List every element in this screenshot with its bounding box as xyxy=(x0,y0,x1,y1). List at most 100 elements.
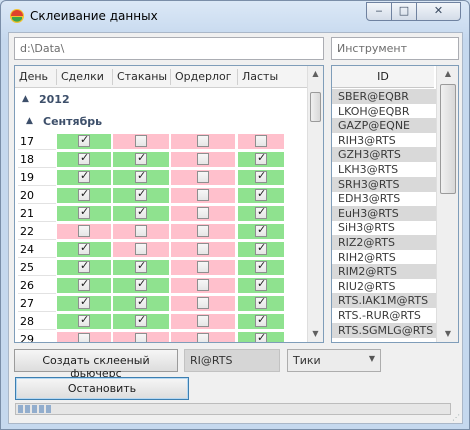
id-list-item[interactable]: RIU2@RTS xyxy=(332,279,442,294)
unchecked-checkbox[interactable] xyxy=(197,225,209,237)
id-list-item[interactable]: SBER@EQBR xyxy=(332,89,442,104)
unchecked-checkbox[interactable] xyxy=(197,315,209,327)
checked-checkbox[interactable]: ✓ xyxy=(135,169,147,183)
checked-checkbox[interactable]: ✓ xyxy=(135,295,147,309)
stop-button[interactable]: Остановить xyxy=(15,377,189,400)
dropdown-arrow-icon[interactable]: ▼ xyxy=(364,350,380,371)
maximize-button[interactable]: □ xyxy=(391,2,417,21)
unchecked-checkbox[interactable] xyxy=(197,153,209,165)
unchecked-checkbox[interactable] xyxy=(197,171,209,183)
id-list-item[interactable]: RIZ2@RTS xyxy=(332,235,442,250)
collapse-chevron-icon[interactable]: ▲ xyxy=(26,116,33,126)
id-list-item[interactable]: RTS.SGMLG@RTS xyxy=(332,322,442,338)
column-header-orderlog[interactable]: Ордерлог xyxy=(175,70,232,83)
checked-checkbox[interactable]: ✓ xyxy=(255,187,267,201)
checked-checkbox[interactable]: ✓ xyxy=(255,223,267,237)
id-list-scrollbar[interactable]: ▲ ▼ xyxy=(436,66,458,342)
id-list-item[interactable]: SRH3@RTS xyxy=(332,176,442,192)
scroll-up-arrow-icon[interactable]: ▲ xyxy=(308,66,323,82)
checked-checkbox[interactable]: ✓ xyxy=(78,133,90,147)
unchecked-checkbox[interactable] xyxy=(135,135,147,147)
id-column-header[interactable]: ID xyxy=(332,66,434,88)
id-list-item[interactable]: EuH3@RTS xyxy=(332,205,442,221)
id-list-item[interactable]: RIH3@RTS xyxy=(332,133,442,148)
id-list-item[interactable]: GZH3@RTS xyxy=(332,147,442,163)
scroll-down-arrow-icon[interactable]: ▼ xyxy=(308,326,323,342)
day-row[interactable]: 19 ✓ ✓ ✓ xyxy=(15,169,309,187)
checked-checkbox[interactable]: ✓ xyxy=(255,151,267,165)
id-list-item[interactable]: EDH3@RTS xyxy=(332,191,442,206)
checked-checkbox[interactable]: ✓ xyxy=(135,187,147,201)
checked-checkbox[interactable]: ✓ xyxy=(78,241,90,255)
scroll-thumb[interactable] xyxy=(310,92,321,122)
checked-checkbox[interactable]: ✓ xyxy=(255,313,267,327)
day-row[interactable]: 22 ✓ xyxy=(15,223,309,241)
column-header-lasts[interactable]: Ласты xyxy=(242,70,278,83)
day-row[interactable]: 18 ✓ ✓ ✓ xyxy=(15,151,309,169)
resize-grip-icon[interactable]: ⋰ xyxy=(452,413,460,422)
checked-checkbox[interactable]: ✓ xyxy=(78,313,90,327)
id-list-item[interactable]: RTS.-RUR@RTS xyxy=(332,308,442,323)
collapse-chevron-icon[interactable]: ▲ xyxy=(22,94,29,104)
id-list-item[interactable]: RIH2@RTS xyxy=(332,250,442,265)
checked-checkbox[interactable]: ✓ xyxy=(255,259,267,273)
checked-checkbox[interactable]: ✓ xyxy=(255,169,267,183)
group-row-month[interactable]: ▲ Сентябрь xyxy=(15,111,309,133)
column-header-books[interactable]: Стаканы xyxy=(117,70,167,83)
checked-checkbox[interactable]: ✓ xyxy=(78,259,90,273)
scroll-down-arrow-icon[interactable]: ▼ xyxy=(440,326,456,342)
checked-checkbox[interactable]: ✓ xyxy=(135,277,147,291)
unchecked-checkbox[interactable] xyxy=(135,243,147,255)
day-row[interactable]: 24 ✓ ✓ xyxy=(15,241,309,259)
checked-checkbox[interactable]: ✓ xyxy=(78,277,90,291)
unchecked-checkbox[interactable] xyxy=(197,261,209,273)
data-type-select[interactable]: Тики ▼ xyxy=(287,349,381,372)
minimize-button[interactable]: ‒ xyxy=(366,2,392,21)
checked-checkbox[interactable]: ✓ xyxy=(78,187,90,201)
unchecked-checkbox[interactable] xyxy=(78,225,90,237)
unchecked-checkbox[interactable] xyxy=(197,135,209,147)
checked-checkbox[interactable]: ✓ xyxy=(255,241,267,255)
column-header-day[interactable]: День xyxy=(19,70,48,83)
id-list-item[interactable]: LKH3@RTS xyxy=(332,162,442,177)
unchecked-checkbox[interactable] xyxy=(197,207,209,219)
day-row[interactable]: 26 ✓ ✓ ✓ xyxy=(15,277,309,295)
checked-checkbox[interactable]: ✓ xyxy=(255,205,267,219)
unchecked-checkbox[interactable] xyxy=(255,135,267,147)
instrument-input[interactable]: Инструмент xyxy=(331,37,459,60)
day-row[interactable]: 27 ✓ ✓ ✓ xyxy=(15,295,309,313)
scroll-thumb[interactable] xyxy=(440,84,456,194)
unchecked-checkbox[interactable] xyxy=(197,243,209,255)
checked-checkbox[interactable]: ✓ xyxy=(78,169,90,183)
day-row[interactable]: 20 ✓ ✓ ✓ xyxy=(15,187,309,205)
checked-checkbox[interactable]: ✓ xyxy=(255,331,267,342)
unchecked-checkbox[interactable] xyxy=(197,333,209,342)
create-glued-futures-button[interactable]: Создать склееный фьючерс xyxy=(14,349,178,380)
close-button[interactable]: ✕ xyxy=(416,2,461,21)
checked-checkbox[interactable]: ✓ xyxy=(135,151,147,165)
column-header-trades[interactable]: Сделки xyxy=(61,70,104,83)
unchecked-checkbox[interactable] xyxy=(197,297,209,309)
grid-scrollbar[interactable]: ▲ ▼ xyxy=(307,66,323,342)
id-list-item[interactable]: SiH3@RTS xyxy=(332,220,442,235)
unchecked-checkbox[interactable] xyxy=(135,333,147,342)
checked-checkbox[interactable]: ✓ xyxy=(135,205,147,219)
checked-checkbox[interactable]: ✓ xyxy=(255,277,267,291)
unchecked-checkbox[interactable] xyxy=(78,333,90,342)
path-input[interactable]: d:\Data\ xyxy=(14,37,324,60)
checked-checkbox[interactable]: ✓ xyxy=(255,295,267,309)
checked-checkbox[interactable]: ✓ xyxy=(135,259,147,273)
id-list-item[interactable]: GAZP@EQNE xyxy=(332,118,442,134)
group-row-year[interactable]: ▲ 2012 xyxy=(15,89,309,111)
unchecked-checkbox[interactable] xyxy=(135,225,147,237)
unchecked-checkbox[interactable] xyxy=(197,279,209,291)
day-row[interactable]: 21 ✓ ✓ ✓ xyxy=(15,205,309,223)
id-list-item[interactable]: RIM2@RTS xyxy=(332,264,442,280)
day-row[interactable]: 29 ✓ xyxy=(15,331,309,342)
checked-checkbox[interactable]: ✓ xyxy=(78,205,90,219)
checked-checkbox[interactable]: ✓ xyxy=(135,313,147,327)
day-row[interactable]: 25 ✓ ✓ ✓ xyxy=(15,259,309,277)
checked-checkbox[interactable]: ✓ xyxy=(78,151,90,165)
id-list-item[interactable]: RTS.IAK1M@RTS xyxy=(332,293,442,309)
id-list-item[interactable]: LKOH@EQBR xyxy=(332,104,442,119)
